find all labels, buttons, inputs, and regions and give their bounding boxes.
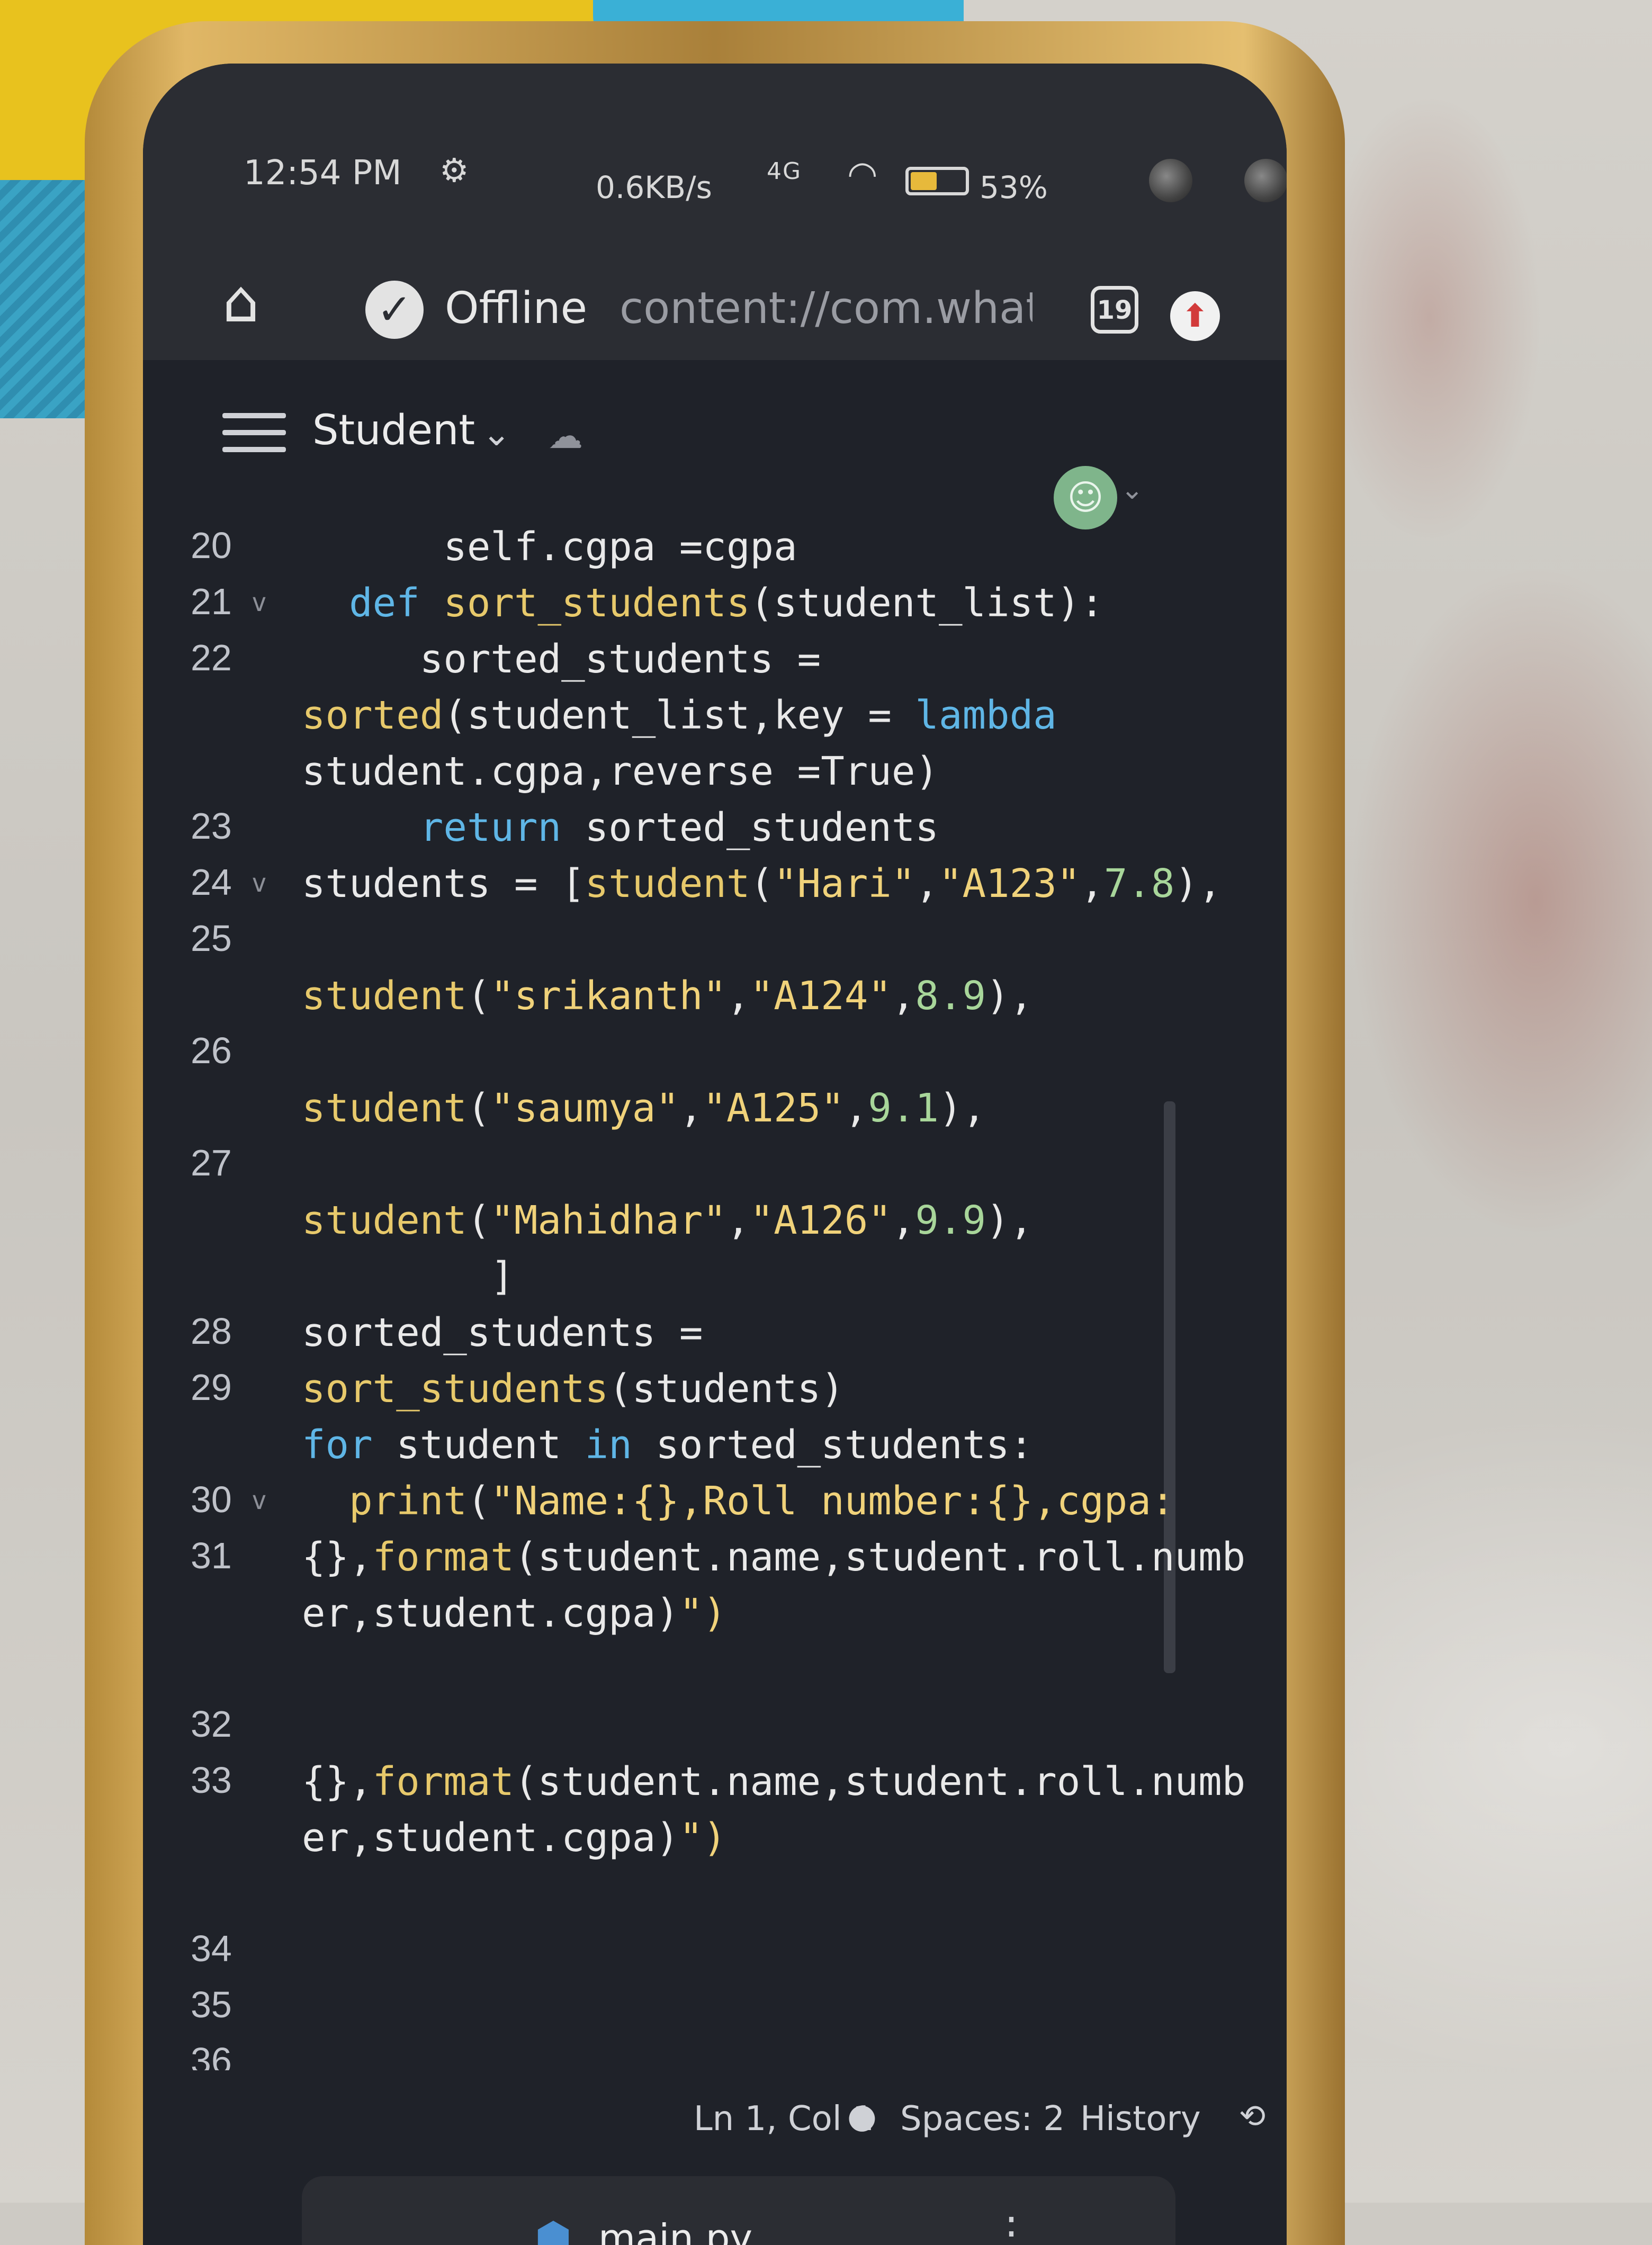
editor-status-bar: Ln 1, Col 1 ● Spaces: 2 History ⟲	[143, 2070, 1287, 2176]
wifi-icon: ◠	[847, 154, 878, 194]
offline-label: Offline	[445, 283, 588, 334]
code-line[interactable]: student("Mahidhar","A126",9.9),	[302, 1198, 1033, 1243]
line-number: 20	[191, 525, 232, 566]
line-number: 31	[191, 1535, 232, 1576]
fold-chevron-icon[interactable]: v	[252, 1486, 267, 1515]
code-line[interactable]: self.cgpa =cgpa	[302, 524, 797, 570]
code-line[interactable]: er,student.cgpa)")	[302, 1591, 726, 1636]
file-tab[interactable]: ⬢ main.py ⋮	[302, 2176, 1175, 2245]
code-line[interactable]: {},format(student.name,student.roll.numb	[302, 1759, 1245, 1804]
code-line[interactable]: for student in sorted_students:	[302, 1422, 1033, 1468]
code-editor[interactable]: 20 21 v 22 23 24 v 25 26 27 28 29 30 v 31 32 33 34 35 36 se…	[143, 508, 1287, 2081]
gear-icon: ⚙	[439, 151, 469, 190]
indent-setting[interactable]: Spaces: 2	[900, 2099, 1065, 2139]
more-options-icon[interactable]: ⋮	[990, 2208, 1032, 2245]
status-dot: ●	[847, 2097, 877, 2136]
avatar-chevron-icon[interactable]: ⌄	[1120, 474, 1144, 506]
line-number: 22	[191, 637, 232, 678]
code-line[interactable]: er,student.cgpa)")	[302, 1815, 726, 1861]
history-icon[interactable]: ⟲	[1239, 2098, 1265, 2135]
status-time: 12:54 PM	[244, 154, 402, 193]
code-line[interactable]: {},format(student.name,student.roll.numb	[302, 1534, 1245, 1580]
chevron-down-icon[interactable]: ⌄	[482, 413, 511, 454]
cloud-sync-icon: ☁	[548, 416, 583, 456]
line-number: 24	[191, 861, 232, 903]
file-name: main.py	[598, 2216, 753, 2245]
battery-percent: 53%	[980, 169, 1048, 205]
line-number: 30	[191, 1479, 232, 1520]
line-number: 34	[191, 1928, 232, 1969]
fold-chevron-icon[interactable]: v	[252, 868, 267, 898]
hamburger-menu-icon[interactable]	[222, 413, 286, 464]
browser-toolbar: ⌂ ✓ Offline content://com.whats 19 ⬆	[143, 222, 1287, 362]
offline-check-icon: ✓	[365, 281, 424, 339]
code-line[interactable]: students = [student("Hari","A123",7.8),	[302, 861, 1222, 906]
home-icon[interactable]: ⌂	[222, 267, 259, 335]
code-line[interactable]: print("Name:{},Roll number:{},cgpa:	[302, 1478, 1174, 1524]
line-number: 35	[191, 1984, 232, 2025]
python-icon: ⬢	[535, 2213, 572, 2245]
update-arrow-icon[interactable]: ⬆	[1170, 291, 1220, 341]
code-line[interactable]: student("saumya","A125",9.1),	[302, 1085, 986, 1131]
line-number-gutter: 20 21 v 22 23 24 v 25 26 27 28 29 30 v 31 32 33 34 35 36	[143, 508, 267, 2081]
code-line[interactable]: ]	[302, 1254, 514, 1299]
status-bar: 12:54 PM ⚙ 0.6KB/s 4G ◠ 53%	[143, 64, 1287, 222]
line-number: 26	[191, 1030, 232, 1071]
line-number: 29	[191, 1367, 232, 1408]
fold-chevron-icon[interactable]: v	[252, 588, 267, 617]
line-number: 21	[191, 581, 232, 622]
camera-lens-left	[1149, 159, 1192, 202]
network-speed: 0.6KB/s	[596, 169, 712, 205]
code-line[interactable]: sort_students(students)	[302, 1366, 845, 1412]
url-bar[interactable]: content://com.whats	[620, 283, 1032, 334]
code-line[interactable]: return sorted_students	[302, 805, 939, 850]
line-number: 23	[191, 805, 232, 847]
line-number: 28	[191, 1310, 232, 1352]
history-button[interactable]: History	[1080, 2099, 1201, 2139]
code-line[interactable]: student("srikanth","A124",8.9),	[302, 973, 1033, 1019]
phone-frame: 12:54 PM ⚙ 0.6KB/s 4G ◠ 53% ⌂ ✓ Offline …	[85, 21, 1345, 2245]
line-number: 25	[191, 918, 232, 959]
project-title[interactable]: Student	[312, 407, 475, 454]
line-number: 32	[191, 1703, 232, 1745]
code-line[interactable]: def sort_students(student_list):	[302, 580, 1104, 626]
camera-lens-right	[1244, 159, 1287, 202]
line-number: 27	[191, 1142, 232, 1183]
battery-fill	[911, 172, 937, 190]
code-line[interactable]: sorted(student_list,key = lambda	[302, 693, 1057, 738]
editor-scrollbar[interactable]	[1164, 1101, 1175, 1673]
phone-screen: 12:54 PM ⚙ 0.6KB/s 4G ◠ 53% ⌂ ✓ Offline …	[143, 64, 1287, 2245]
code-line[interactable]: sorted_students =	[302, 1310, 703, 1355]
line-number: 33	[191, 1759, 232, 1801]
network-type: 4G	[767, 158, 802, 185]
battery-icon	[905, 167, 969, 195]
tab-switcher-button[interactable]: 19	[1091, 286, 1138, 334]
code-line[interactable]: student.cgpa,reverse =True)	[302, 749, 939, 794]
code-line[interactable]: sorted_students =	[302, 636, 821, 682]
app-header: Student ⌄ ☁ ☺ ⌄	[143, 360, 1287, 529]
